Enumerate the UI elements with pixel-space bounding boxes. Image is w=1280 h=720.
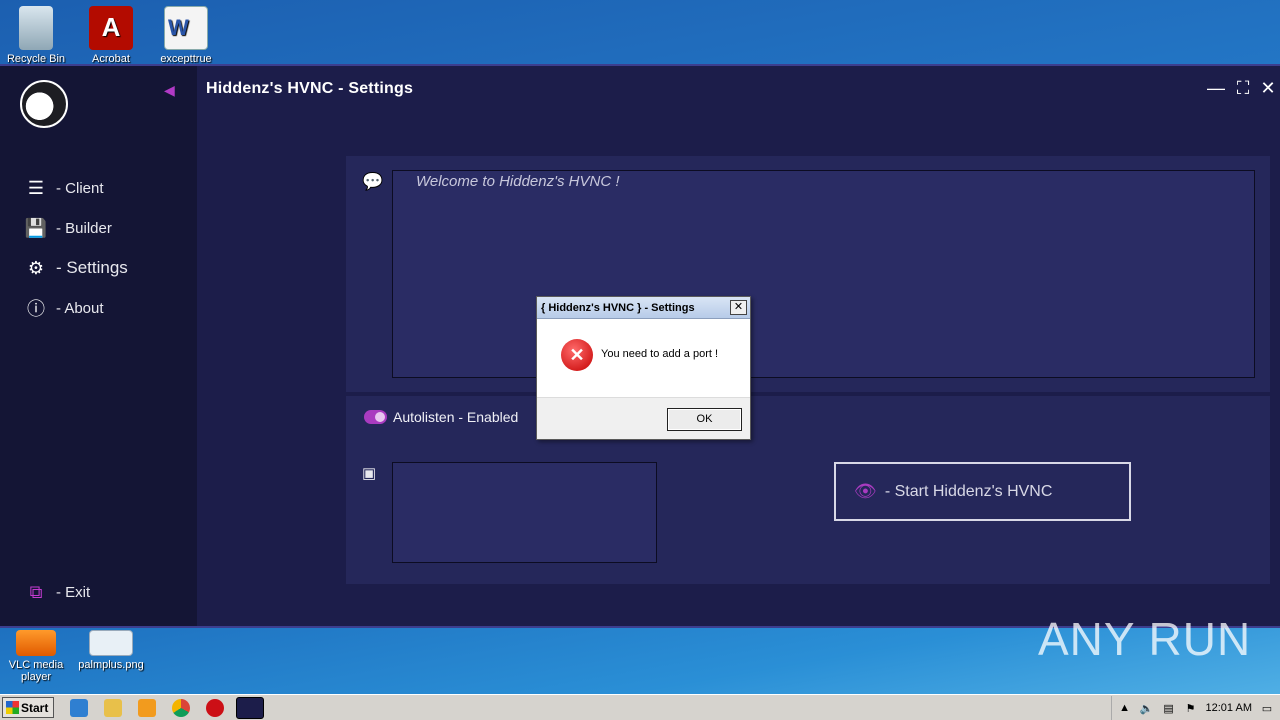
dialog-close-button[interactable]: ✕ xyxy=(730,300,747,315)
welcome-textbox[interactable] xyxy=(392,170,1255,378)
sidebar-item-label: - Client xyxy=(56,179,104,197)
sidebar-item-builder[interactable]: 💾 - Builder xyxy=(24,214,112,242)
show-hidden-icons-icon[interactable]: ▲ xyxy=(1118,701,1132,715)
start-hvnc-button[interactable]: 👁 - Start Hiddenz's HVNC xyxy=(834,462,1131,521)
network-icon[interactable]: ▤ xyxy=(1162,701,1176,715)
dialog-footer: OK xyxy=(537,397,750,439)
volume-icon[interactable]: 🔈 xyxy=(1140,701,1154,715)
list-icon: ☰ xyxy=(27,177,45,198)
chat-bubble-icon: 💬 xyxy=(362,172,384,191)
error-dialog: { Hiddenz's HVNC } - Settings ✕ ✕ You ne… xyxy=(536,296,751,440)
recycle-bin-icon xyxy=(19,6,53,50)
sidebar-item-exit[interactable]: ⧉ - Exit xyxy=(24,578,91,606)
autolisten-toggle[interactable] xyxy=(364,410,387,424)
anyrun-watermark: ANY RUN xyxy=(1038,613,1252,665)
start-label: Start xyxy=(21,700,49,715)
opera-icon[interactable] xyxy=(206,699,224,717)
sidebar-item-label: - Builder xyxy=(56,219,112,237)
dialog-message: You need to add a port ! xyxy=(601,348,719,360)
welcome-text: Welcome to Hiddenz's HVNC ! xyxy=(416,173,620,190)
sidebar: ◀ ☰ - Client 💾 - Builder ⚙ - Settings ⓘ … xyxy=(0,66,197,626)
system-tray: ▲ 🔈 ▤ ⚑ 12:01 AM ▭ xyxy=(1110,696,1280,720)
show-desktop-icon[interactable]: ▭ xyxy=(1260,701,1274,715)
dialog-body: ✕ You need to add a port ! xyxy=(537,319,750,397)
vlc-icon xyxy=(16,630,56,656)
taskbar: Start ▲ 🔈 ▤ ⚑ 12:01 AM ▭ xyxy=(0,694,1280,720)
window-title: Hiddenz's HVNC - Settings xyxy=(206,80,414,97)
info-icon: ⓘ xyxy=(27,299,45,319)
action-center-flag-icon[interactable]: ⚑ xyxy=(1184,701,1198,715)
sidebar-item-client[interactable]: ☰ - Client xyxy=(24,174,104,202)
sidebar-item-settings[interactable]: ⚙ - Settings xyxy=(24,254,128,282)
minimize-button[interactable]: — xyxy=(1206,78,1226,98)
collapse-sidebar-icon[interactable]: ◀ xyxy=(164,82,178,98)
port-input[interactable] xyxy=(392,462,657,563)
explorer-icon[interactable] xyxy=(104,699,122,717)
external-link-icon: ⧉ xyxy=(29,581,43,602)
ethernet-port-icon: ▣ xyxy=(362,465,377,482)
maximize-button[interactable]: ⛶ xyxy=(1233,78,1253,98)
clock[interactable]: 12:01 AM xyxy=(1206,702,1252,714)
desktop-icon-word-doc[interactable]: excepttrue xyxy=(150,6,222,65)
chrome-icon[interactable] xyxy=(172,699,190,717)
acrobat-icon xyxy=(89,6,133,50)
floppy-icon: 💾 xyxy=(24,217,48,238)
close-button[interactable]: ✕ xyxy=(1258,78,1278,98)
sidebar-item-label: - Settings xyxy=(56,258,128,277)
sidebar-item-label: - Exit xyxy=(56,583,91,601)
sidebar-item-about[interactable]: ⓘ - About xyxy=(24,294,104,322)
start-button[interactable]: Start xyxy=(2,697,54,718)
start-hvnc-label: - Start Hiddenz's HVNC xyxy=(884,482,1053,500)
gears-icon: ⚙ xyxy=(27,257,45,278)
png-file-icon xyxy=(89,630,133,656)
ie-icon[interactable] xyxy=(70,699,88,717)
media-player-icon[interactable] xyxy=(138,699,156,717)
eye-icon: 👁 xyxy=(854,481,877,501)
desktop-icon-recycle-bin[interactable]: Recycle Bin xyxy=(0,6,72,65)
dialog-title: { Hiddenz's HVNC } - Settings xyxy=(537,297,750,319)
windows-logo-icon xyxy=(6,701,19,714)
ok-button[interactable]: OK xyxy=(667,408,742,431)
hvnc-taskbar-icon[interactable] xyxy=(236,697,264,719)
avatar xyxy=(20,80,68,128)
error-icon: ✕ xyxy=(561,339,593,371)
word-doc-icon xyxy=(164,6,208,50)
sidebar-item-label: - About xyxy=(56,299,104,317)
desktop-icon-label: VLC media player xyxy=(8,659,64,683)
autolisten-label: Autolisten - Enabled xyxy=(393,409,519,425)
desktop-icon-label: palmplus.png xyxy=(78,659,144,671)
